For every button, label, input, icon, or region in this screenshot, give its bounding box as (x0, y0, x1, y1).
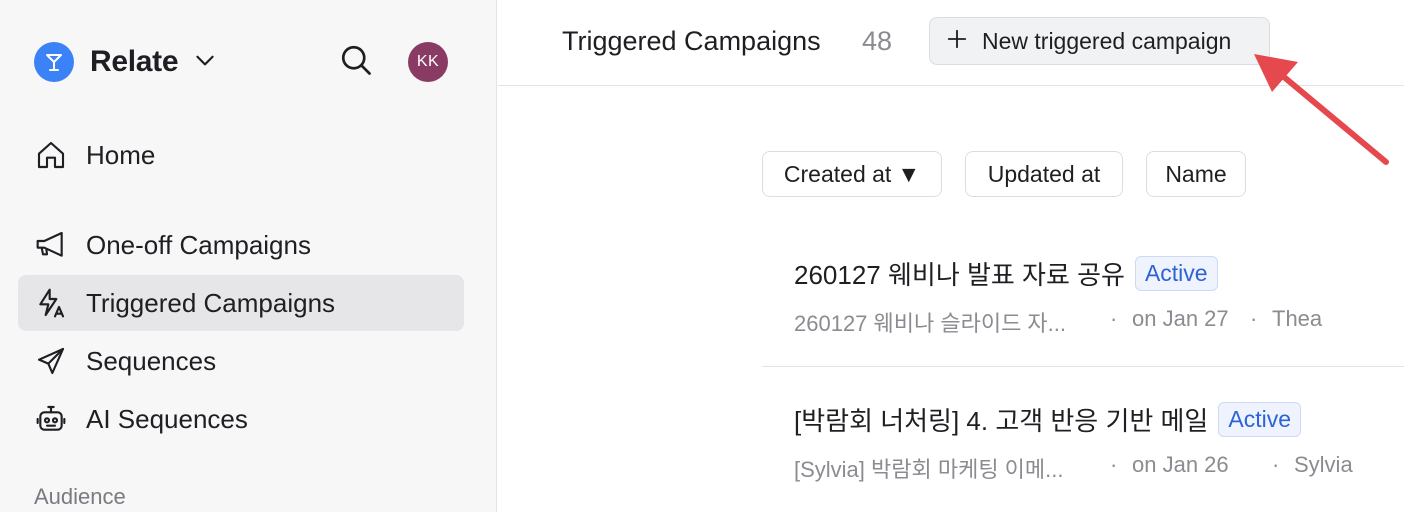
avatar[interactable]: KK (408, 42, 448, 82)
campaign-subtitle: [Sylvia] 박람회 마케팅 이메... (794, 457, 1064, 482)
paper-plane-icon (34, 344, 68, 378)
chevron-down-icon (192, 47, 218, 78)
campaign-title: [박람회 너처링] 4. 고객 반응 기반 메일 (794, 406, 1209, 436)
sidebar-item-label: One-off Campaigns (86, 229, 311, 260)
meta-separator: · (1250, 306, 1258, 331)
lightning-icon (34, 286, 68, 320)
sort-label: Name (1165, 160, 1227, 187)
home-icon (34, 138, 68, 172)
sidebar-item-ai-sequences[interactable]: AI Sequences (18, 391, 464, 447)
campaign-meta: 260127 웨비나 슬라이드 자... · on Jan 27 · Thea (794, 306, 1394, 336)
workspace-switcher[interactable]: Relate (34, 42, 218, 82)
meta-separator: · (1110, 452, 1118, 477)
campaign-list-item[interactable]: [박람회 너처링] 4. 고객 반응 기반 메일 Active [Sylvia]… (762, 398, 1404, 512)
campaign-count: 48 (862, 26, 893, 56)
search-icon (338, 42, 374, 83)
meta-separator: · (1110, 306, 1118, 331)
sidebar-item-triggered-campaigns[interactable]: Triggered Campaigns (18, 275, 464, 331)
sidebar-item-one-off-campaigns[interactable]: One-off Campaigns (18, 217, 464, 273)
sort-updated-at-button[interactable]: Updated at (965, 151, 1123, 197)
campaign-meta: [Sylvia] 박람회 마케팅 이메... · on Jan 26 · Syl… (794, 452, 1394, 482)
sort-name-button[interactable]: Name (1146, 151, 1246, 197)
sidebar-item-label: Home (86, 139, 156, 170)
workspace-name: Relate (90, 45, 179, 78)
sort-label: Created at (783, 160, 892, 187)
sidebar-item-home[interactable]: Home (18, 127, 464, 183)
megaphone-icon (34, 228, 68, 262)
meta-separator: · (1272, 452, 1280, 477)
relate-logo-icon (34, 42, 74, 82)
sidebar-item-sequences[interactable]: Sequences (18, 333, 464, 389)
campaign-title: 260127 웨비나 발표 자료 공유 (794, 260, 1125, 290)
row-divider (762, 366, 1404, 367)
page-header: Triggered Campaigns 48 New triggered cam… (498, 0, 1404, 86)
sidebar-item-label: Sequences (86, 345, 217, 376)
sidebar-section-audience: Audience (34, 484, 126, 509)
status-badge: Active (1134, 256, 1218, 291)
status-badge: Active (1218, 402, 1301, 437)
sidebar: Relate KK Home One-off Campaigns Trigger… (0, 0, 497, 512)
sidebar-item-label: AI Sequences (86, 403, 248, 434)
campaign-subtitle: 260127 웨비나 슬라이드 자... (794, 311, 1067, 336)
search-button[interactable] (336, 42, 376, 82)
sort-desc-icon: ▼ (897, 160, 921, 187)
new-button-label: New triggered campaign (982, 27, 1232, 54)
campaign-author: Sylvia (1294, 452, 1353, 477)
robot-icon (34, 402, 68, 436)
campaign-date: on Jan 27 (1132, 306, 1229, 331)
sidebar-item-label: Triggered Campaigns (86, 287, 336, 318)
new-triggered-campaign-button[interactable]: New triggered campaign (929, 17, 1270, 65)
campaign-date: on Jan 26 (1132, 452, 1229, 477)
campaign-list-item[interactable]: 260127 웨비나 발표 자료 공유 Active 260127 웨비나 슬라… (762, 252, 1404, 366)
campaign-author: Thea (1272, 306, 1323, 331)
page-title: Triggered Campaigns (562, 26, 821, 56)
sort-label: Updated at (987, 160, 1101, 187)
plus-icon (946, 28, 968, 55)
sort-created-at-button[interactable]: Created at ▼ (762, 151, 942, 197)
